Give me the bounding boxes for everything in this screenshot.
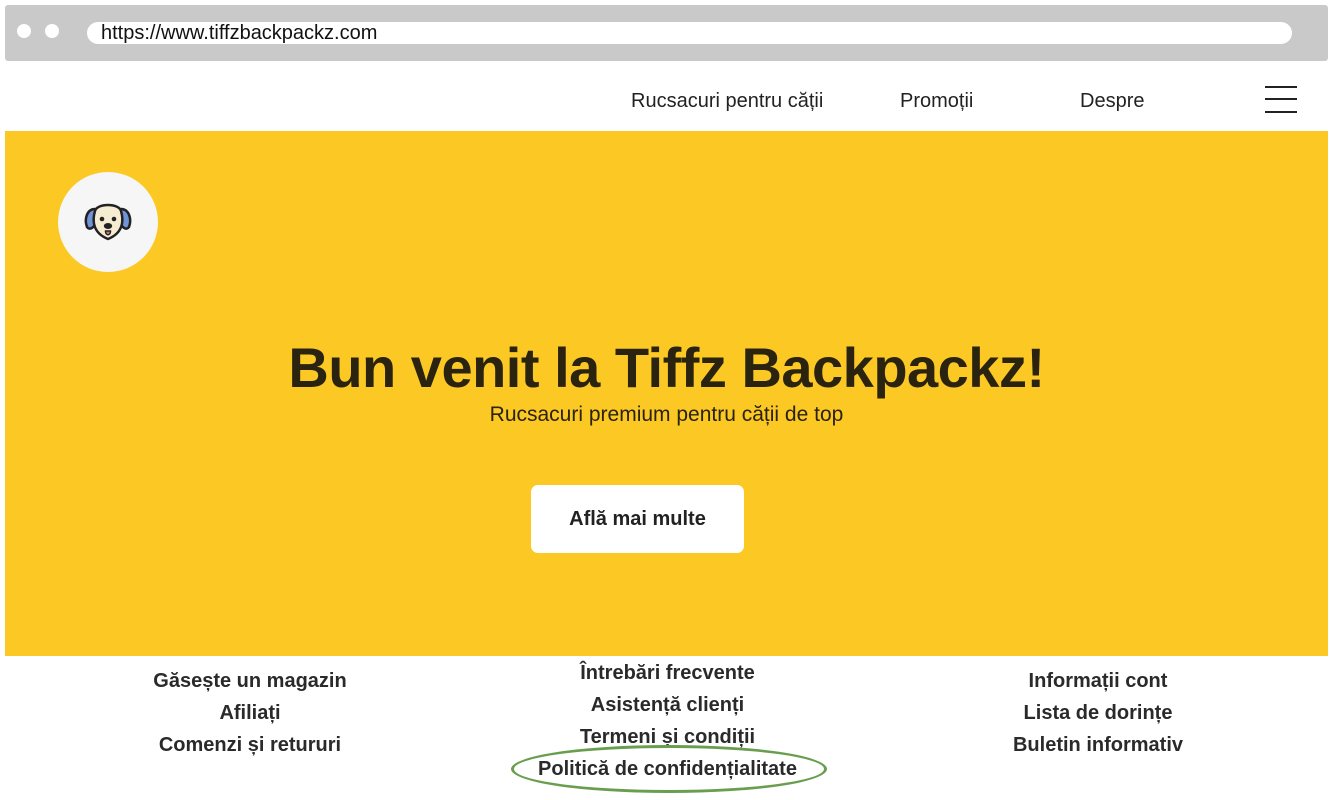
footer-link-newsletter[interactable]: Buletin informativ — [943, 729, 1253, 761]
footer-link-wishlist[interactable]: Lista de dorințe — [943, 697, 1253, 729]
footer-column: Găsește un magazin Afiliați Comenzi și r… — [95, 665, 405, 761]
hamburger-menu-icon[interactable] — [1265, 86, 1297, 114]
nav-link-about[interactable]: Despre — [1080, 90, 1144, 113]
site-nav: Rucsacuri pentru cății Promoții Despre — [5, 66, 1328, 130]
address-bar[interactable]: https://www.tiffzbackpackz.com — [87, 22, 1292, 44]
nav-link-promotions[interactable]: Promoții — [900, 90, 973, 113]
site-logo[interactable] — [58, 172, 158, 272]
hero-title: Bun venit la Tiffz Backpackz! — [288, 336, 1045, 399]
learn-more-button[interactable]: Află mai multe — [531, 485, 744, 553]
hero-subtitle: Rucsacuri premium pentru cății de top — [489, 403, 844, 426]
site-footer: Găsește un magazin Afiliați Comenzi și r… — [5, 656, 1328, 800]
browser-chrome: https://www.tiffzbackpackz.com — [5, 5, 1328, 61]
footer-link-customer-support[interactable]: Asistență clienți — [510, 689, 825, 721]
window-control-dot[interactable] — [17, 24, 31, 38]
window-control-dot[interactable] — [45, 24, 59, 38]
footer-link-affiliates[interactable]: Afiliați — [95, 697, 405, 729]
footer-column: Întrebări frecvente Asistență clienți Te… — [510, 657, 825, 785]
footer-link-account-info[interactable]: Informații cont — [943, 665, 1253, 697]
dog-face-icon — [84, 203, 132, 241]
nav-link-backpacks[interactable]: Rucsacuri pentru cății — [631, 90, 823, 113]
footer-link-terms[interactable]: Termeni și condiții — [510, 721, 825, 753]
footer-link-privacy-policy[interactable]: Politică de confidențialitate — [510, 753, 825, 785]
footer-link-find-store[interactable]: Găsește un magazin — [95, 665, 405, 697]
footer-link-orders-returns[interactable]: Comenzi și retururi — [95, 729, 405, 761]
footer-link-faq[interactable]: Întrebări frecvente — [510, 657, 825, 689]
footer-column: Informații cont Lista de dorințe Buletin… — [943, 665, 1253, 761]
hero-banner: Bun venit la Tiffz Backpackz! Rucsacuri … — [5, 131, 1328, 656]
